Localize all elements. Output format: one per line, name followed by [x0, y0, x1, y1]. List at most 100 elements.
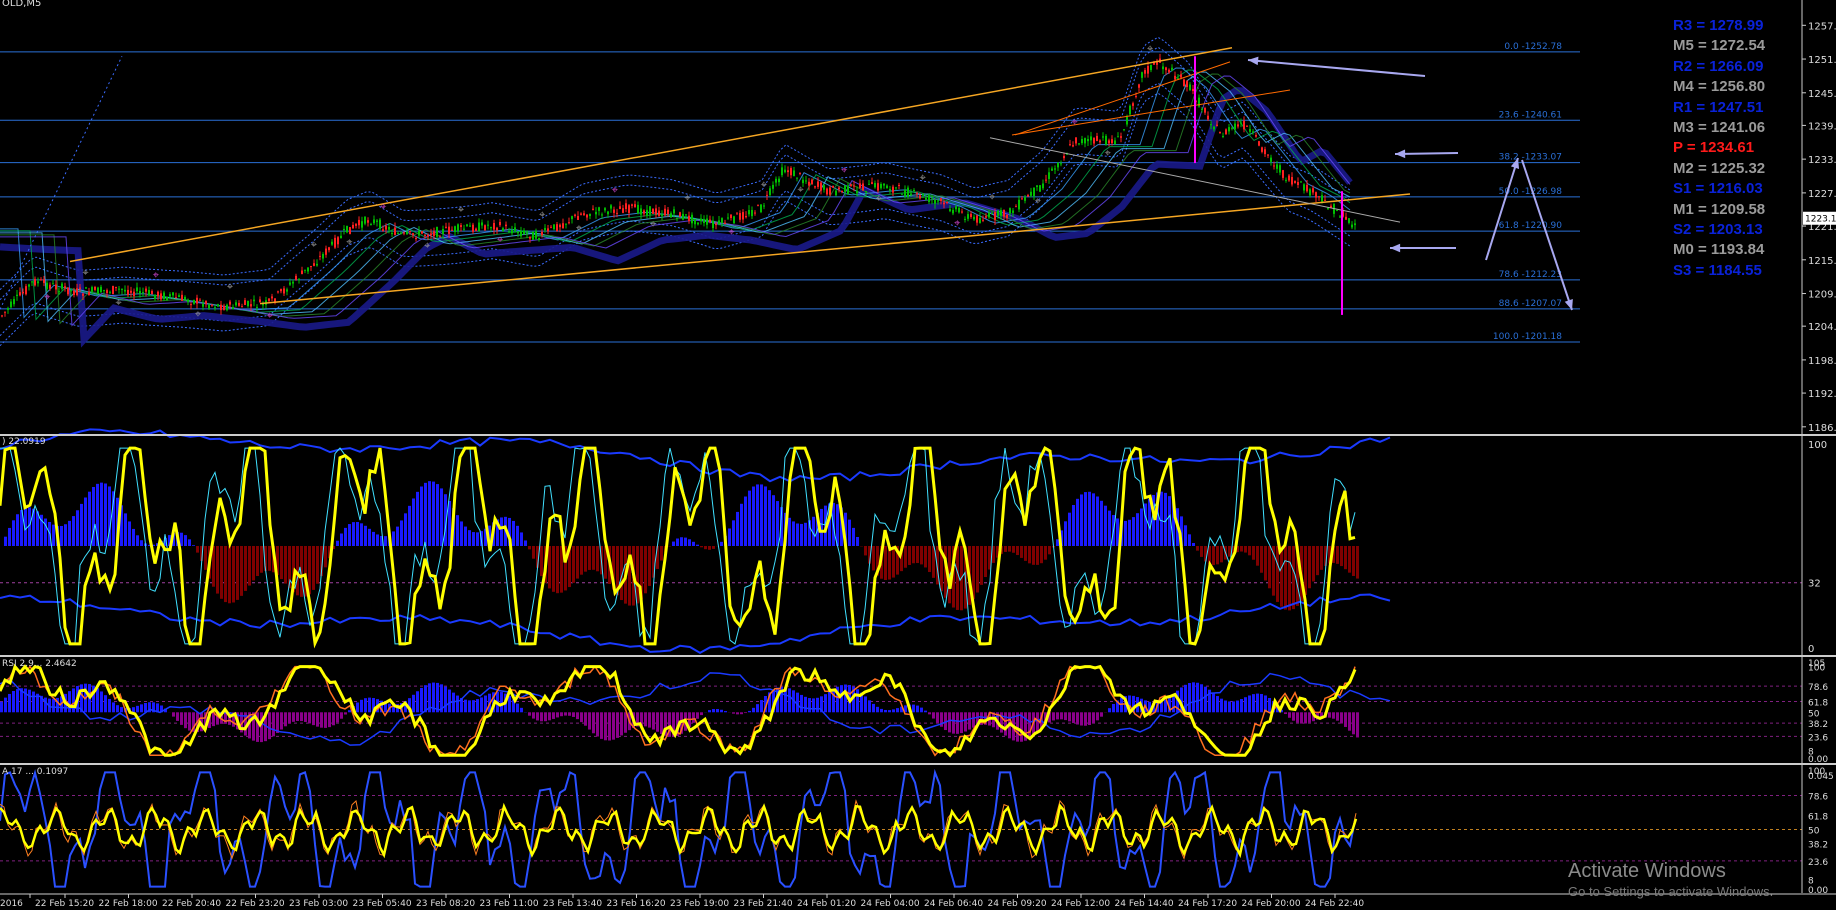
candle-body	[16, 294, 18, 296]
histogram-bar	[828, 691, 831, 713]
candle-body	[298, 279, 300, 281]
candle-body	[757, 205, 759, 207]
candle-body	[292, 281, 294, 284]
histogram-bar	[84, 497, 87, 546]
candle-body	[1075, 137, 1077, 144]
fractal-marker: ⌖	[798, 183, 804, 196]
histogram-bar	[1140, 508, 1143, 546]
y-tick-label: 1227.7	[1808, 189, 1836, 200]
histogram-bar	[1336, 546, 1339, 564]
histogram-bar	[1296, 712, 1299, 723]
candle-body	[484, 225, 486, 231]
histogram-bar	[516, 703, 519, 713]
candle-body	[10, 301, 12, 308]
histogram-bar	[760, 700, 763, 713]
candle-body	[406, 231, 408, 235]
y-tick-label: 1186.1	[1808, 423, 1836, 434]
histogram-bar	[1084, 492, 1087, 546]
histogram-bar	[720, 541, 723, 546]
candle-body	[433, 231, 435, 237]
candle-body	[1204, 108, 1206, 113]
x-tick-label: 2016	[0, 899, 23, 909]
candle-body	[1174, 75, 1176, 80]
y-tick-label: 8	[1808, 876, 1814, 886]
histogram-bar	[732, 520, 735, 546]
candle-body	[1015, 206, 1017, 208]
histogram-bar	[788, 517, 791, 546]
candle-body	[1090, 136, 1092, 141]
candle-body	[817, 181, 819, 187]
moving-average	[0, 73, 1351, 325]
histogram-bar	[1100, 712, 1103, 717]
histogram-bar	[60, 525, 63, 546]
candle-body	[808, 181, 810, 186]
histogram-bar	[284, 712, 287, 727]
candle-body	[556, 224, 558, 232]
histogram-bar	[572, 546, 575, 583]
histogram-bar	[548, 712, 551, 721]
candle-body	[382, 229, 384, 231]
candle-body	[145, 288, 147, 292]
histogram-bar	[1080, 712, 1083, 726]
histogram-bar	[12, 691, 15, 713]
histogram-bar	[508, 696, 511, 713]
candle-body	[1213, 126, 1215, 130]
candle-body	[25, 286, 27, 295]
candle-body	[331, 241, 333, 245]
histogram-bar	[548, 546, 551, 589]
candle-body	[781, 167, 783, 176]
axes: 1257.51251.51245.51239.71233.71227.71221…	[0, 0, 1836, 909]
histogram-bar	[1064, 521, 1067, 546]
histogram-bar	[600, 712, 603, 739]
x-tick-label: 23 Feb 05:40	[353, 899, 412, 909]
rsi-panel	[0, 663, 1802, 758]
candle-body	[925, 198, 927, 200]
histogram-bar	[1028, 546, 1031, 564]
candle-body	[676, 217, 678, 220]
candle-body	[1018, 199, 1020, 210]
candle-body	[1132, 103, 1134, 106]
histogram-bar	[1248, 546, 1251, 556]
histogram-bar	[692, 712, 695, 723]
pivot-level: S1 = 1216.03	[1673, 180, 1763, 198]
candle-body	[823, 185, 825, 190]
histogram-bar	[1212, 546, 1215, 566]
candle-body	[1030, 191, 1032, 196]
candle-body	[727, 217, 729, 219]
candle-body	[1348, 218, 1350, 223]
histogram-bar	[312, 546, 315, 590]
candle-body	[184, 296, 186, 300]
histogram-bar	[924, 710, 927, 713]
histogram-bar	[604, 712, 607, 741]
candle-body	[1321, 195, 1323, 202]
histogram-bar	[948, 712, 951, 733]
histogram-bar	[956, 712, 959, 734]
histogram-bar	[344, 527, 347, 546]
candle-body	[325, 248, 327, 255]
histogram-bar	[572, 712, 575, 717]
histogram-bar	[1104, 505, 1107, 546]
histogram-bar	[832, 688, 835, 713]
histogram-bar	[700, 712, 703, 716]
candle-body	[76, 288, 78, 295]
candle-body	[667, 209, 669, 214]
histogram-bar	[1216, 696, 1219, 713]
candle-body	[283, 288, 285, 294]
histogram-bar	[244, 546, 247, 591]
histogram-bar	[284, 546, 287, 584]
candle-body	[1168, 69, 1170, 73]
candle-body	[247, 300, 249, 307]
candle-body	[103, 289, 105, 291]
candle-body	[649, 206, 651, 215]
histogram-bar	[476, 532, 479, 546]
histogram-bar	[644, 712, 647, 727]
histogram-bar	[560, 712, 563, 717]
candle-body	[820, 182, 822, 191]
candle-body	[1108, 140, 1110, 144]
candle-body	[583, 213, 585, 216]
candle-body	[487, 224, 489, 226]
histogram-bar	[840, 685, 843, 713]
candle-body	[154, 294, 156, 299]
histogram-bar	[396, 526, 399, 546]
candle-body	[1045, 179, 1047, 181]
